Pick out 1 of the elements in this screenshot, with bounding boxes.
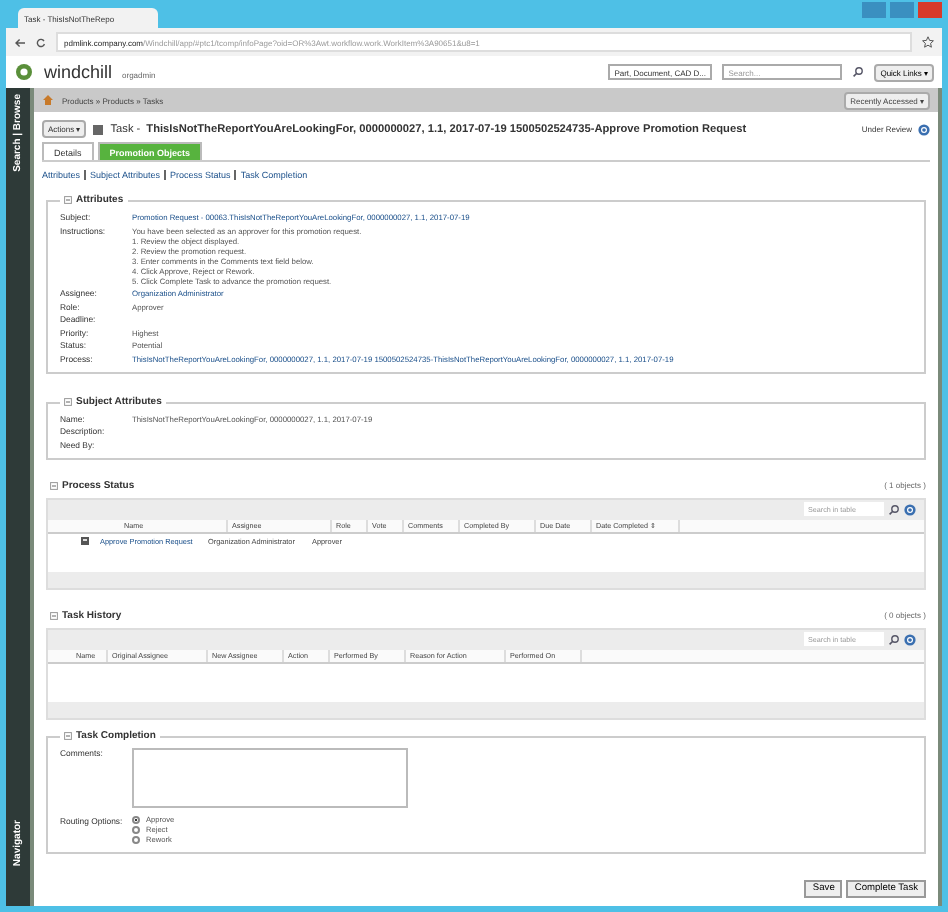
app-logo: windchill — [44, 62, 113, 82]
